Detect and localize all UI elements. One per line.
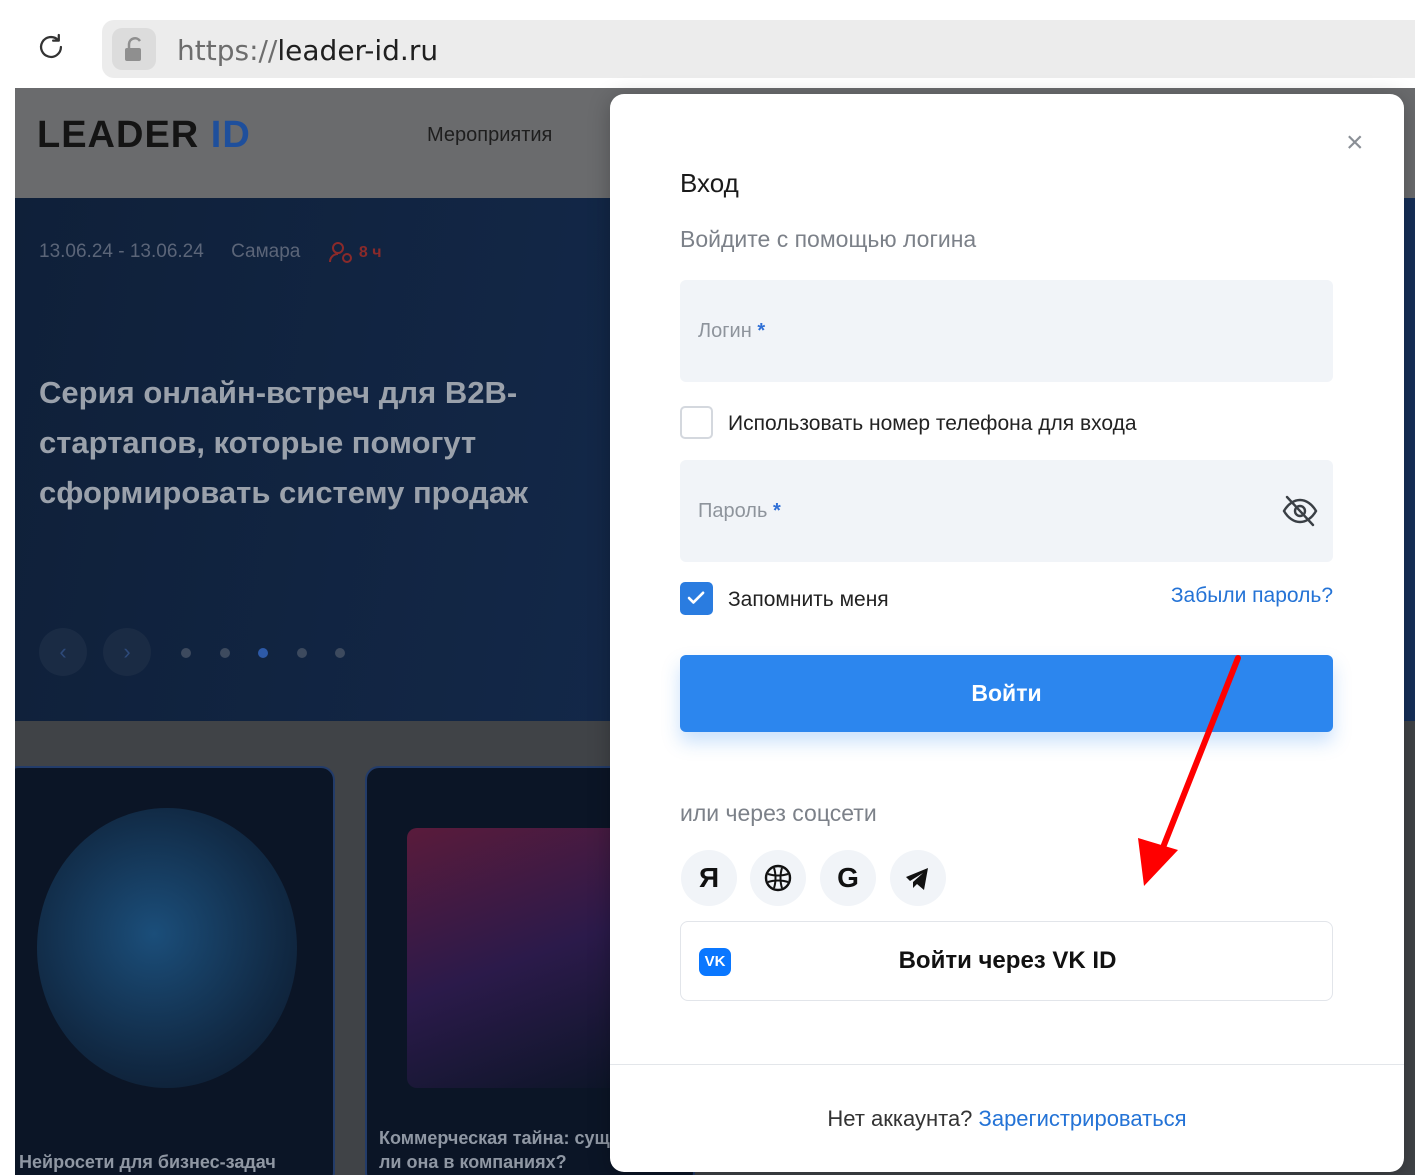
google-icon[interactable]: G	[820, 850, 876, 906]
address-bar[interactable]: https://leader-id.ru	[102, 20, 1415, 78]
yandex-icon[interactable]: Я	[681, 850, 737, 906]
hero-meta: 13.06.24 - 13.06.24 Самара 8 ч	[39, 240, 404, 264]
modal-divider	[610, 1064, 1404, 1065]
carousel-dot[interactable]	[335, 648, 345, 658]
carousel-dot-active[interactable]	[258, 648, 268, 658]
use-phone-label[interactable]: Использовать номер телефона для входа	[728, 412, 1137, 436]
site-logo[interactable]: LEADER ID	[37, 114, 251, 157]
browser-toolbar: https://leader-id.ru	[0, 0, 1415, 88]
register-link[interactable]: Зарегистрироваться	[979, 1106, 1187, 1131]
lock-icon[interactable]	[112, 28, 156, 70]
hero-title[interactable]: Серия онлайн-встреч для B2B-стартапов, к…	[39, 368, 609, 518]
remember-me-label[interactable]: Запомнить меня	[728, 588, 889, 612]
password-placeholder: Пароль *	[698, 500, 781, 522]
card-image	[37, 808, 297, 1088]
carousel-dot[interactable]	[181, 648, 191, 658]
remember-me-checkbox[interactable]	[680, 582, 713, 615]
participants-icon	[328, 242, 352, 263]
use-phone-checkbox[interactable]	[680, 406, 713, 439]
carousel-dot[interactable]	[220, 648, 230, 658]
check-icon	[687, 591, 705, 604]
hero-dates: 13.06.24 - 13.06.24	[39, 241, 204, 263]
hero-duration: 8 ч	[358, 244, 382, 262]
modal-subtitle: Войдите с помощью логина	[680, 226, 977, 252]
carousel-prev-button[interactable]: ‹	[39, 628, 87, 676]
carousel-dot[interactable]	[297, 648, 307, 658]
vk-id-label: Войти через VK ID	[898, 947, 1117, 974]
reload-icon[interactable]	[34, 30, 68, 64]
close-icon[interactable]: ×	[1346, 128, 1364, 158]
password-input[interactable]: Пароль *	[680, 460, 1333, 562]
annotation-arrow-icon	[1138, 655, 1241, 886]
login-placeholder: Логин *	[698, 320, 766, 342]
forgot-password-link[interactable]: Забыли пароль?	[1171, 584, 1333, 608]
eye-off-icon[interactable]	[1281, 494, 1319, 528]
no-account-text: Нет аккаунта?	[827, 1106, 973, 1131]
login-input[interactable]: Логин *	[680, 280, 1333, 382]
telegram-icon[interactable]	[890, 850, 946, 906]
or-social-label: или через соцсети	[680, 800, 877, 826]
vk-id-login-button[interactable]: VK Войти через VK ID	[680, 921, 1333, 1001]
carousel-next-button[interactable]: ›	[103, 628, 151, 676]
article-card[interactable]: Нейросети для бизнес-задач	[15, 766, 335, 1175]
nav-events[interactable]: Мероприятия	[427, 124, 552, 147]
card-title: Нейросети для бизнес-задач	[19, 1152, 276, 1172]
url-text: https://leader-id.ru	[177, 34, 439, 67]
register-prompt: Нет аккаунта? Зарегистрироваться	[610, 1106, 1404, 1132]
login-modal: × Вход Войдите с помощью логина Логин * …	[610, 94, 1404, 1172]
modal-title: Вход	[680, 168, 739, 198]
sber-icon[interactable]	[750, 850, 806, 906]
hero-city: Самара	[231, 241, 301, 263]
